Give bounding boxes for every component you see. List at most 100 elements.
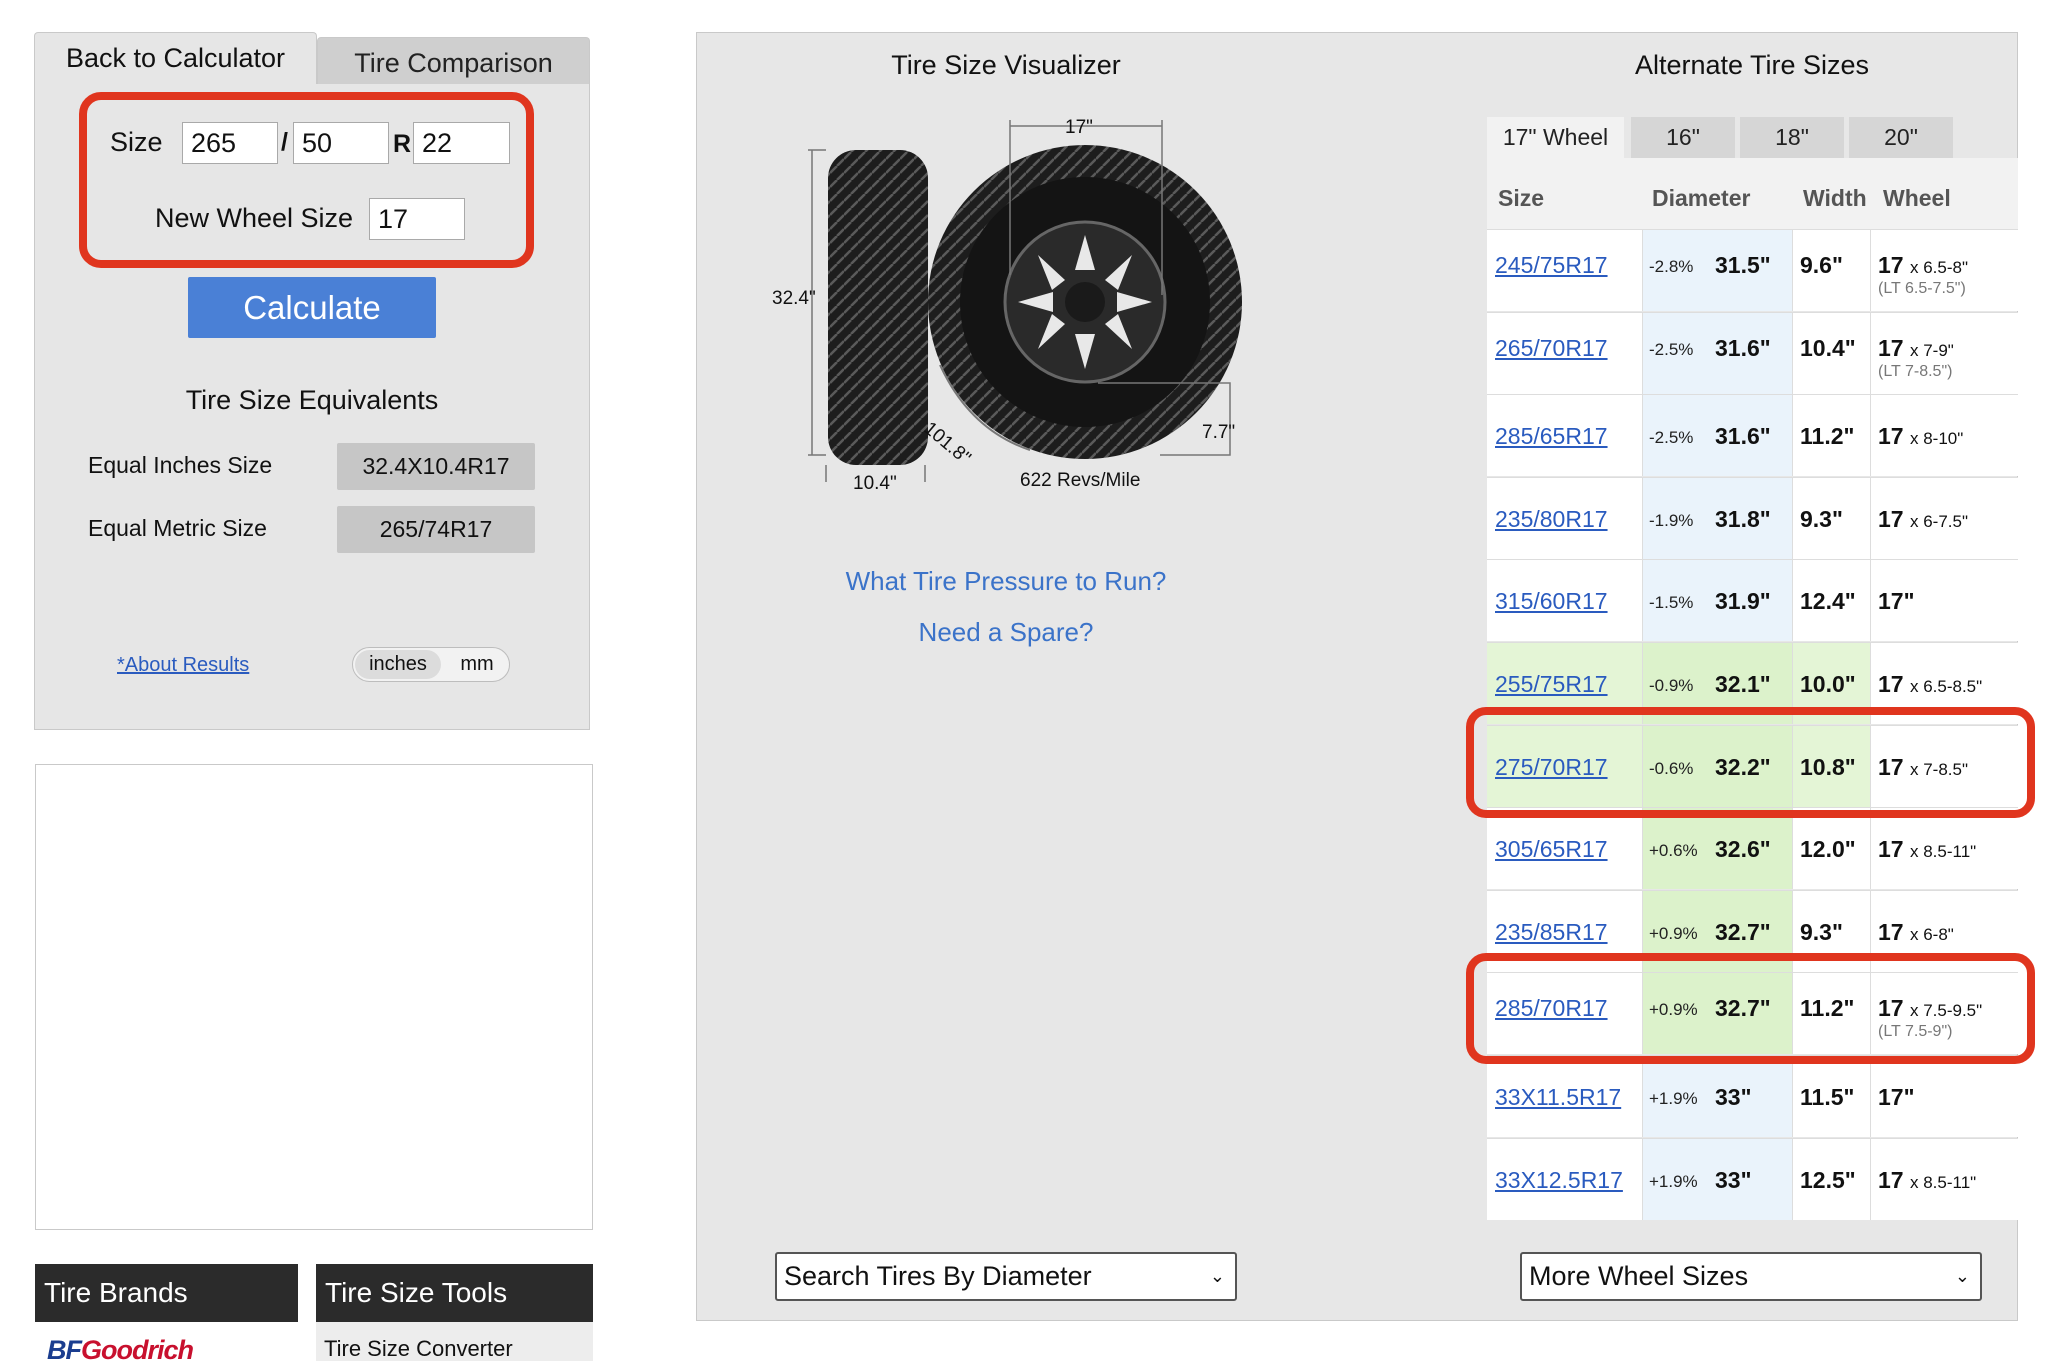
diameter-value: 32.1" [1715,671,1771,697]
tab-18-wheel[interactable]: 18" [1740,117,1844,158]
size-link[interactable]: 33X11.5R17 [1495,1084,1621,1111]
wheel-width-range: x 6-8" [1909,924,1954,944]
unit-mm-option[interactable]: mm [449,650,505,679]
search-by-diameter-value: Search Tires By Diameter [784,1261,1092,1291]
wheel-diameter: 17 [1878,423,1904,450]
tab-20-wheel[interactable]: 20" [1849,117,1953,158]
need-a-spare-link[interactable]: Need a Spare? [700,617,1312,648]
wheel-diameter: 17 [1878,334,1904,361]
bfgoodrich-logo[interactable]: BFGoodrich [47,1335,194,1361]
wheel-value: 17 x 6.5-8.5" [1878,671,1982,698]
wheel-diameter: 17 [1878,1166,1904,1193]
size-link[interactable]: 33X12.5R17 [1495,1167,1623,1194]
chevron-down-icon: ⌄ [1209,1266,1225,1286]
width-value: 11.2" [1800,423,1855,450]
wheel-width-range: x 8.5-11" [1909,1172,1977,1192]
wheel-width-range: x 7-9" [1909,340,1954,360]
table-row: 285/65R17 -2.5% 31.6" 11.2" 17 x 8-10" [1487,394,2018,477]
size-link[interactable]: 235/85R17 [1495,919,1608,946]
diameter-value: 31.5" [1715,252,1771,278]
width-value: 9.3" [1800,505,1843,532]
diameter-value: 31.6" [1715,334,1771,361]
width-value: 12.4" [1800,588,1856,615]
revs-per-mile-label: 622 Revs/Mile [1020,470,1141,491]
wheel-diameter: 17" [1878,1084,1915,1110]
tab-back-to-calculator[interactable]: Back to Calculator [34,32,317,84]
tire-pressure-link[interactable]: What Tire Pressure to Run? [700,566,1312,597]
width-value: 9.3" [1800,918,1843,945]
size-link[interactable]: 285/65R17 [1495,423,1608,450]
column-width: Width [1803,185,1867,211]
search-by-diameter-select[interactable]: Search Tires By Diameter ⌄ [775,1252,1237,1301]
rim-dimension-label: 17" [1065,117,1093,138]
more-wheel-sizes-select[interactable]: More Wheel Sizes ⌄ [1520,1252,1982,1301]
tire-size-converter-link[interactable]: Tire Size Converter [324,1336,513,1361]
highlight-box-285-70r17 [1466,953,2035,1064]
diameter-percent: -2.8% [1649,257,1694,276]
diameter-value: 32.7" [1715,918,1771,945]
tire-size-tools-header[interactable]: Tire Size Tools [316,1264,593,1322]
tab-17-wheel[interactable]: 17" Wheel [1487,117,1624,158]
size-link[interactable]: 315/60R17 [1495,588,1608,615]
wheel-value: 17 x 6.5-8" [1878,252,1968,279]
wheel-diameter: 17 [1878,918,1904,945]
table-row: 245/75R17 -2.8% 31.5" 9.6" 17 x 6.5-8" (LT 6.… [1487,229,2018,311]
diameter-percent: -1.9% [1649,510,1694,530]
tire-brands-header[interactable]: Tire Brands [35,1264,298,1322]
chevron-down-icon: ⌄ [1954,1266,1970,1286]
wheel-value: 17" [1878,1084,1915,1111]
size-link[interactable]: 305/65R17 [1495,836,1608,863]
column-wheel: Wheel [1883,185,1951,211]
diameter-percent: +1.9% [1649,1089,1698,1108]
equivalents-title: Tire Size Equivalents [185,385,439,415]
calculate-button[interactable]: Calculate [188,277,436,338]
size-link[interactable]: 265/70R17 [1495,335,1608,362]
wheel-width-range: x 6-7.5" [1909,511,1968,531]
diameter-value: 32.6" [1715,836,1771,863]
wheel-width-range: x 6.5-8.5" [1909,677,1983,696]
sidewall-dimension-label: 7.7" [1202,422,1236,443]
diameter-percent: +1.9% [1649,1171,1698,1191]
width-value: 12.5" [1800,1166,1856,1193]
equal-inches-label: Equal Inches Size [88,452,273,478]
highlight-box-275-70r17 [1466,707,2035,818]
unit-toggle[interactable]: inches mm [352,647,510,682]
equal-inches-value: 32.4X10.4R17 [337,443,535,490]
table-row: 33X12.5R17 +1.9% 33" 12.5" 17 x 8.5-11" [1487,1137,2018,1220]
wheel-value: 17 x 7-9" [1878,335,1954,362]
width-value: 12.0" [1800,836,1856,863]
alternate-sizes-title: Alternate Tire Sizes [1634,50,1870,80]
lt-wheel-range: (LT 7-8.5") [1878,362,1953,380]
ad-placeholder [35,764,593,1230]
diameter-value: 31.6" [1715,423,1771,450]
diameter-value: 31.8" [1715,505,1771,532]
diameter-percent: -2.5% [1649,339,1694,359]
wheel-value: 17" [1878,588,1915,615]
wheel-value: 17 x 6-7.5" [1878,506,1968,533]
size-link[interactable]: 235/80R17 [1495,506,1608,533]
table-row: 235/80R17 -1.9% 31.8" 9.3" 17 x 6-7.5" [1487,476,2018,559]
diameter-percent: -0.9% [1649,676,1694,695]
size-link[interactable]: 245/75R17 [1495,252,1608,279]
table-row: 315/60R17 -1.5% 31.9" 12.4" 17" [1487,559,2018,642]
tab-tire-comparison[interactable]: Tire Comparison [317,37,590,84]
wheel-value: 17 x 8.5-11" [1878,836,1976,863]
table-row: 265/70R17 -2.5% 31.6" 10.4" 17 x 7-9" (LT 7-8… [1487,311,2018,394]
wheel-diameter: 17 [1878,671,1904,697]
unit-inches-option[interactable]: inches [355,650,441,679]
diameter-percent: -2.5% [1649,428,1694,448]
size-link[interactable]: 255/75R17 [1495,671,1608,698]
width-dimension-label: 10.4" [853,473,897,494]
table-row: 305/65R17 +0.6% 32.6" 12.0" 17 x 8.5-11" [1487,807,2018,890]
tab-16-wheel[interactable]: 16" [1631,117,1735,158]
column-size: Size [1498,185,1545,211]
equal-metric-label: Equal Metric Size [88,515,267,541]
equal-metric-value: 265/74R17 [337,506,535,553]
table-row: 33X11.5R17 +1.9% 33" 11.5" 17" [1487,1055,2018,1137]
diameter-value: 33" [1715,1166,1752,1193]
diameter-value: 31.9" [1715,588,1771,615]
width-value: 10.4" [1800,334,1856,361]
diameter-percent: +0.9% [1649,923,1698,943]
about-results-link[interactable]: *About Results [117,654,249,677]
wheel-value: 17 x 8.5-11" [1878,1167,1976,1194]
